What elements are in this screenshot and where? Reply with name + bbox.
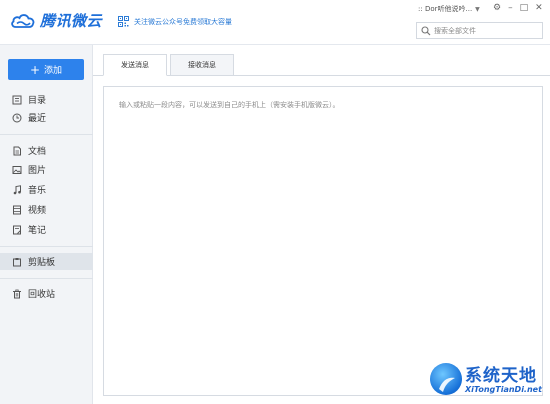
document-icon	[13, 146, 21, 155]
sidebar-item-directory[interactable]: 目录	[0, 91, 93, 108]
sidebar-item-label: 文档	[28, 147, 47, 157]
watermark-badge	[430, 363, 462, 395]
video-icon	[13, 205, 21, 214]
maximize-icon[interactable]: □	[520, 3, 529, 13]
message-tabs: 发送消息 接收消息	[103, 54, 237, 76]
sidebar-item-video[interactable]: 视频	[0, 201, 93, 218]
sidebar-item-documents[interactable]: 文档	[0, 142, 93, 159]
tab-receive-message[interactable]: 接收消息	[170, 54, 234, 76]
sidebar-item-images[interactable]: 图片	[0, 161, 93, 178]
header-bar: 腾讯微云 关注微云公众号免费领取大容量 :: Dor听他说吟... ▼ ⚙ – …	[0, 0, 550, 45]
editor-placeholder: 输入或粘贴一段内容，可以发送到自己的手机上（需安装手机版微云）。	[119, 101, 340, 109]
add-button-label: 添加	[44, 66, 63, 76]
logo-text: 腾讯微云	[40, 12, 103, 30]
sidebar-item-label: 笔记	[28, 226, 47, 236]
sidebar-item-music[interactable]: 音乐	[0, 181, 93, 198]
promo-text: 关注微云公众号免费领取大容量	[134, 17, 232, 26]
sidebar-divider	[0, 246, 93, 247]
user-menu[interactable]: :: Dor听他说吟... ▼	[418, 4, 480, 14]
sidebar-divider	[0, 278, 93, 279]
minimize-icon[interactable]: –	[508, 3, 513, 13]
qr-code-icon	[118, 16, 129, 27]
sidebar: + 添加 目录 最近 文档 图片 音乐 视频 笔记 剪贴板 回收站	[0, 45, 93, 404]
sidebar-item-label: 音乐	[28, 186, 47, 196]
cloud-logo-icon	[11, 13, 35, 28]
note-icon	[13, 225, 21, 234]
app-logo: 腾讯微云	[10, 10, 102, 31]
add-button[interactable]: + 添加	[8, 59, 84, 80]
search-icon	[421, 25, 431, 35]
sidebar-item-label: 回收站	[28, 290, 56, 300]
promo-link[interactable]: 关注微云公众号免费领取大容量	[118, 16, 232, 27]
search-box[interactable]	[416, 22, 543, 39]
watermark-url: XiTongTianDi.net	[465, 385, 542, 394]
clipboard-icon	[13, 257, 21, 266]
sidebar-item-label: 图片	[28, 166, 47, 176]
sidebar-item-notes[interactable]: 笔记	[0, 221, 93, 238]
sidebar-item-label: 最近	[28, 114, 47, 124]
watermark-logo: 系统天地 XiTongTianDi.net	[430, 357, 548, 402]
user-name: :: Dor听他说吟...	[418, 5, 473, 13]
close-icon[interactable]: ✕	[535, 3, 543, 13]
sidebar-item-trash[interactable]: 回收站	[0, 285, 93, 302]
settings-gear-icon[interactable]: ⚙	[493, 3, 501, 13]
sidebar-item-label: 视频	[28, 206, 47, 216]
trash-icon	[13, 289, 21, 298]
main-panel: 发送消息 接收消息 输入或粘贴一段内容，可以发送到自己的手机上（需安装手机版微云…	[93, 45, 550, 404]
image-icon	[12, 165, 22, 174]
swoosh-icon	[439, 377, 455, 392]
clock-icon	[12, 113, 22, 122]
tab-send-message[interactable]: 发送消息	[103, 54, 167, 76]
music-icon	[13, 184, 21, 194]
sidebar-item-label: 目录	[28, 96, 47, 106]
watermark-title: 系统天地	[465, 366, 537, 386]
sidebar-item-recent[interactable]: 最近	[0, 109, 93, 126]
sidebar-divider	[0, 134, 93, 135]
search-input[interactable]	[434, 26, 539, 35]
chevron-down-icon: ▼	[475, 5, 480, 13]
plus-icon: +	[29, 62, 41, 77]
sidebar-item-label: 剪贴板	[28, 258, 56, 268]
window-controls: ⚙ – □ ✕	[493, 3, 543, 13]
directory-icon	[12, 95, 22, 104]
message-editor[interactable]: 输入或粘贴一段内容，可以发送到自己的手机上（需安装手机版微云）。	[103, 86, 543, 396]
sidebar-item-clipboard[interactable]: 剪贴板	[0, 253, 93, 270]
